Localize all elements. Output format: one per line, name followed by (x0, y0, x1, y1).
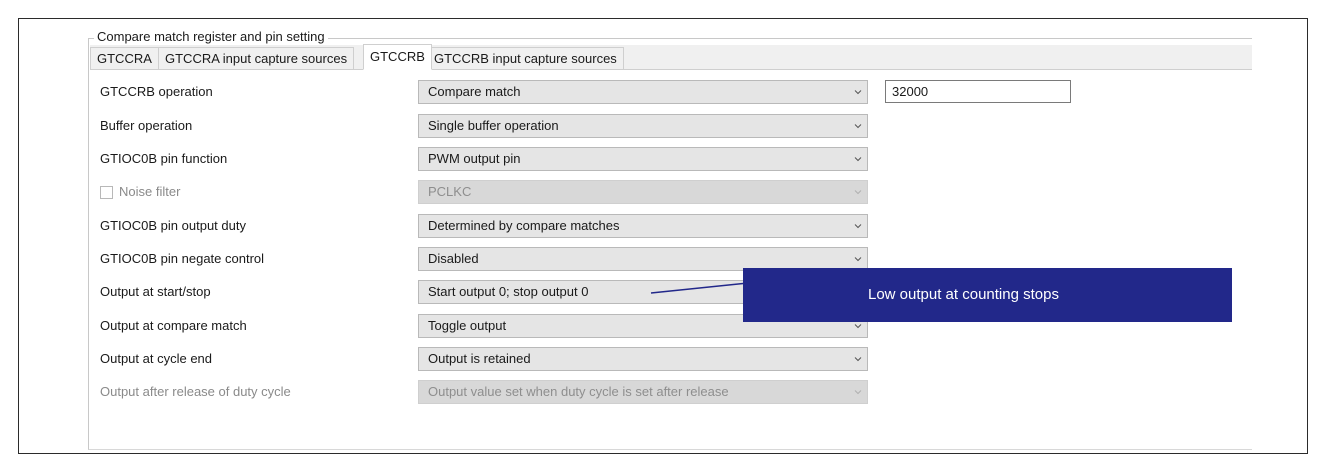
tab-gtccrb[interactable]: GTCCRB (363, 44, 432, 70)
dropdown-value: PCLKC (428, 184, 472, 199)
compare-match-value-input[interactable] (885, 80, 1071, 103)
label-noise-filter: Noise filter (119, 184, 181, 199)
gtioc0b-pin-function-dropdown[interactable]: PWM output pin (418, 147, 868, 171)
label-output-at-start-stop: Output at start/stop (100, 284, 211, 299)
dropdown-value: Start output 0; stop output 0 (428, 284, 589, 299)
label-output-at-cycle-end: Output at cycle end (100, 351, 213, 366)
output-after-release-dropdown[interactable]: Output value set when duty cycle is set … (418, 380, 868, 404)
chevron-down-icon (854, 255, 862, 262)
buffer-operation-dropdown[interactable]: Single buffer operation (418, 114, 868, 138)
gtioc0b-pin-output-duty-dropdown[interactable]: Determined by compare matches (418, 214, 868, 238)
gtccrb-operation-dropdown[interactable]: Compare match (418, 80, 868, 104)
annotation-callout: Low output at counting stops (743, 268, 1232, 322)
dropdown-value: Compare match (428, 84, 521, 99)
chevron-down-icon (854, 388, 862, 395)
chevron-down-icon (854, 88, 862, 95)
tab-gtccra[interactable]: GTCCRA (90, 47, 159, 69)
label-output-after-release-of-duty-cycle: Output after release of duty cycle (100, 384, 291, 399)
tab-gtccra-input-capture-sources[interactable]: GTCCRA input capture sources (158, 47, 355, 69)
dropdown-value: Single buffer operation (428, 118, 559, 133)
noise-filter-checkbox[interactable] (100, 186, 113, 199)
label-gtioc0b-pin-function: GTIOC0B pin function (100, 151, 228, 166)
chevron-down-icon (854, 188, 862, 195)
output-at-cycle-end-dropdown[interactable]: Output is retained (418, 347, 868, 371)
tab-gtccrb-input-capture-sources[interactable]: GTCCRB input capture sources (427, 47, 624, 69)
dropdown-value: Disabled (428, 251, 479, 266)
label-output-at-compare-match: Output at compare match (100, 318, 247, 333)
label-gtioc0b-pin-output-duty: GTIOC0B pin output duty (100, 218, 246, 233)
noise-filter-clock-dropdown[interactable]: PCLKC (418, 180, 868, 204)
group-title: Compare match register and pin setting (94, 29, 328, 44)
dropdown-value: Toggle output (428, 318, 507, 333)
callout-pointer-line (650, 282, 749, 294)
chevron-down-icon (854, 122, 862, 129)
chevron-down-icon (854, 222, 862, 229)
label-gtioc0b-pin-negate-control: GTIOC0B pin negate control (100, 251, 265, 266)
dropdown-value: Output value set when duty cycle is set … (428, 384, 729, 399)
chevron-down-icon (854, 155, 862, 162)
dropdown-value: Output is retained (428, 351, 531, 366)
label-buffer-operation: Buffer operation (100, 118, 193, 133)
dropdown-value: Determined by compare matches (428, 218, 620, 233)
chevron-down-icon (854, 322, 862, 329)
dropdown-value: PWM output pin (428, 151, 521, 166)
chevron-down-icon (854, 355, 862, 362)
label-gtccrb-operation: GTCCRB operation (100, 84, 213, 99)
